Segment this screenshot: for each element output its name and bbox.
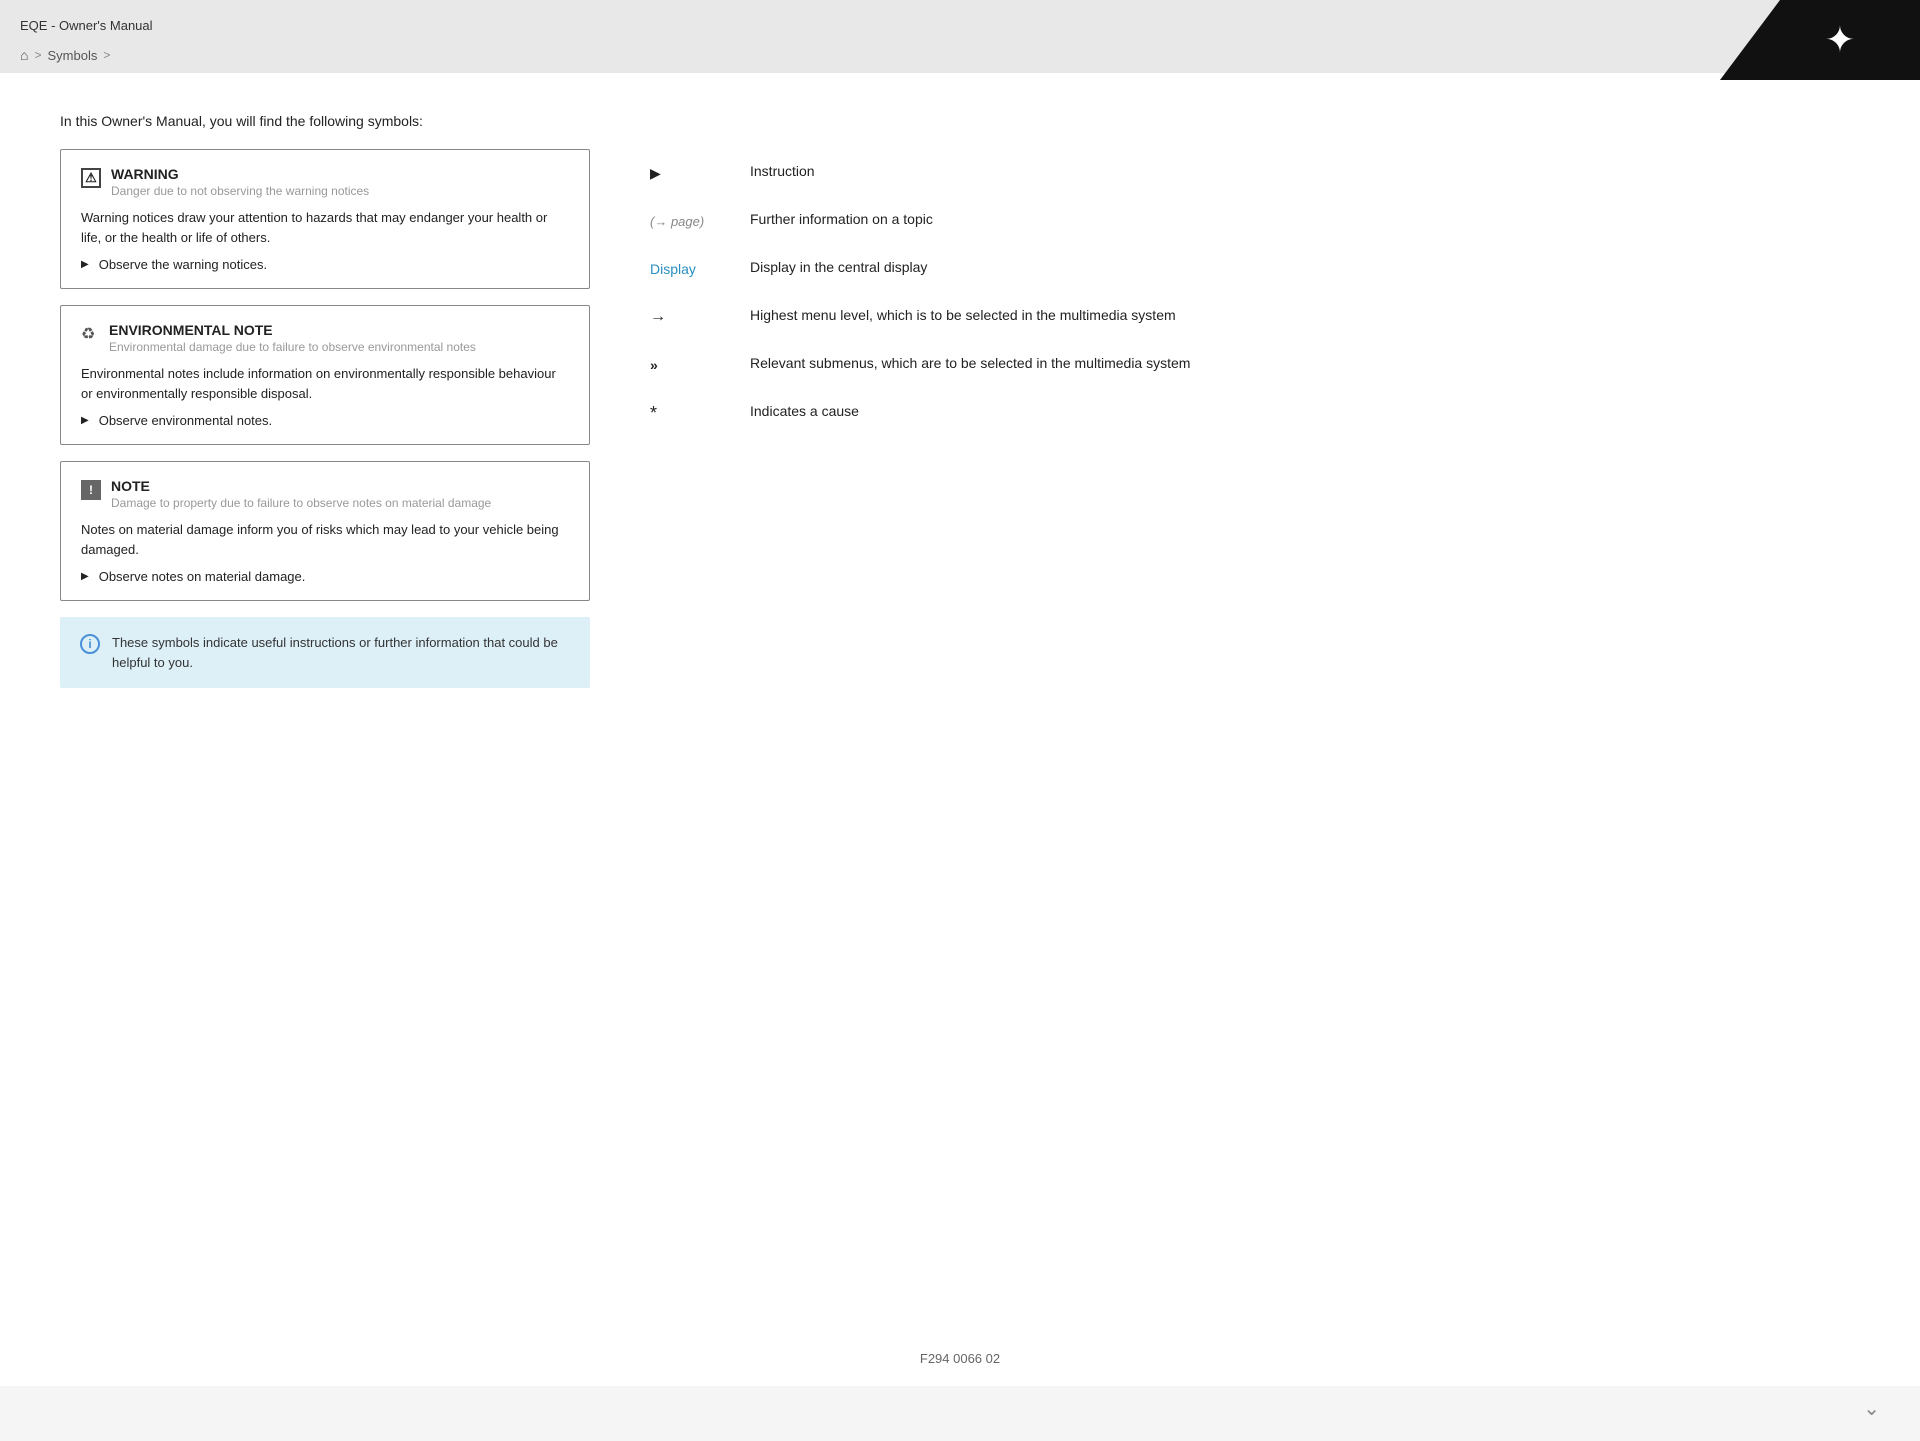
- breadcrumb-symbols[interactable]: Symbols: [47, 48, 97, 63]
- nav-bottom: ⌄: [0, 1386, 1920, 1441]
- header: EQE - Owner's Manual ✦ ⌂ > Symbols >: [0, 0, 1920, 73]
- app-title: EQE - Owner's Manual: [20, 10, 1900, 39]
- warning-body: Warning notices draw your attention to h…: [81, 208, 569, 247]
- home-icon[interactable]: ⌂: [20, 47, 28, 63]
- asterisk-icon: *: [650, 403, 657, 424]
- breadcrumb-sep-2: >: [103, 48, 110, 62]
- warning-header: ⚠ WARNING Danger due to not observing th…: [81, 166, 569, 198]
- mercedes-star-icon: ✦: [1825, 19, 1855, 61]
- info-icon: i: [80, 634, 100, 654]
- environmental-instruction: ▶ Observe environmental notes.: [81, 413, 569, 428]
- symbol-row-submenu: » Relevant submenus, which are to be sel…: [650, 341, 1260, 389]
- breadcrumb-sep-1: >: [34, 48, 41, 62]
- footer: F294 0066 02: [0, 1331, 1920, 1386]
- note-instruction: ▶ Observe notes on material damage.: [81, 569, 569, 584]
- note-header: ! NOTE Damage to property due to failure…: [81, 478, 569, 510]
- symbol-row-display: Display Display in the central display: [650, 245, 1260, 293]
- double-arrow-icon: »: [650, 357, 658, 373]
- intro-text: In this Owner's Manual, you will find th…: [60, 113, 1860, 129]
- symbol-further-desc: Further information on a topic: [750, 209, 1260, 230]
- note-subtitle: Damage to property due to failure to obs…: [111, 496, 491, 510]
- warning-title: WARNING: [111, 166, 369, 182]
- display-link-symbol[interactable]: Display: [650, 261, 696, 277]
- symbol-submenu-icon: »: [650, 353, 730, 377]
- page-ref-symbol: (→ page): [650, 214, 704, 229]
- nav-arrow-icon: →: [650, 308, 664, 326]
- note-body: Notes on material damage inform you of r…: [81, 520, 569, 559]
- symbol-further-icon: (→ page): [650, 209, 730, 233]
- breadcrumb: ⌂ > Symbols >: [20, 39, 1900, 73]
- warning-arrow-icon: ▶: [81, 259, 89, 270]
- note-arrow-icon: ▶: [81, 571, 89, 582]
- symbol-submenu-desc: Relevant submenus, which are to be selec…: [750, 353, 1260, 374]
- symbol-menu-desc: Highest menu level, which is to be selec…: [750, 305, 1260, 326]
- symbol-row-further: (→ page) Further information on a topic: [650, 197, 1260, 245]
- info-box: i These symbols indicate useful instruct…: [60, 617, 590, 688]
- symbols-table: ▶ Instruction (→ page) Further informati…: [650, 149, 1260, 437]
- footer-code: F294 0066 02: [920, 1351, 1000, 1366]
- nav-down-icon[interactable]: ⌄: [1863, 1396, 1880, 1421]
- main-content: In this Owner's Manual, you will find th…: [0, 73, 1920, 1331]
- symbol-cause-desc: Indicates a cause: [750, 401, 1260, 422]
- note-title: NOTE: [111, 478, 491, 494]
- warning-instruction: ▶ Observe the warning notices.: [81, 257, 569, 272]
- eco-icon: ♻: [81, 324, 99, 342]
- warning-subtitle: Danger due to not observing the warning …: [111, 184, 369, 198]
- environmental-body: Environmental notes include information …: [81, 364, 569, 403]
- symbol-instruction-desc: Instruction: [750, 161, 1260, 182]
- warning-icon: ⚠: [81, 168, 101, 188]
- environmental-title: ENVIRONMENTAL NOTE: [109, 322, 476, 338]
- symbol-display-desc: Display in the central display: [750, 257, 1260, 278]
- note-icon: !: [81, 480, 101, 500]
- symbol-row-menu: → Highest menu level, which is to be sel…: [650, 293, 1260, 341]
- symbol-row-cause: * Indicates a cause: [650, 389, 1260, 437]
- symbol-instruction-icon: ▶: [650, 161, 730, 185]
- environmental-box: ♻ ENVIRONMENTAL NOTE Environmental damag…: [60, 305, 590, 445]
- note-instruction-text: Observe notes on material damage.: [99, 569, 306, 584]
- symbol-display-icon: Display: [650, 257, 730, 281]
- symbol-cause-icon: *: [650, 401, 730, 425]
- note-box: ! NOTE Damage to property due to failure…: [60, 461, 590, 601]
- left-column: ⚠ WARNING Danger due to not observing th…: [60, 149, 590, 688]
- symbol-menu-icon: →: [650, 305, 730, 329]
- warning-instruction-text: Observe the warning notices.: [99, 257, 267, 272]
- symbol-row-instruction: ▶ Instruction: [650, 149, 1260, 197]
- info-text: These symbols indicate useful instructio…: [112, 633, 570, 672]
- play-arrow-icon: ▶: [650, 165, 661, 182]
- environmental-header: ♻ ENVIRONMENTAL NOTE Environmental damag…: [81, 322, 569, 354]
- right-column: ▶ Instruction (→ page) Further informati…: [650, 149, 1260, 688]
- environmental-instruction-text: Observe environmental notes.: [99, 413, 272, 428]
- environmental-arrow-icon: ▶: [81, 415, 89, 426]
- environmental-subtitle: Environmental damage due to failure to o…: [109, 340, 476, 354]
- warning-box: ⚠ WARNING Danger due to not observing th…: [60, 149, 590, 289]
- content-wrapper: ⚠ WARNING Danger due to not observing th…: [60, 149, 1260, 688]
